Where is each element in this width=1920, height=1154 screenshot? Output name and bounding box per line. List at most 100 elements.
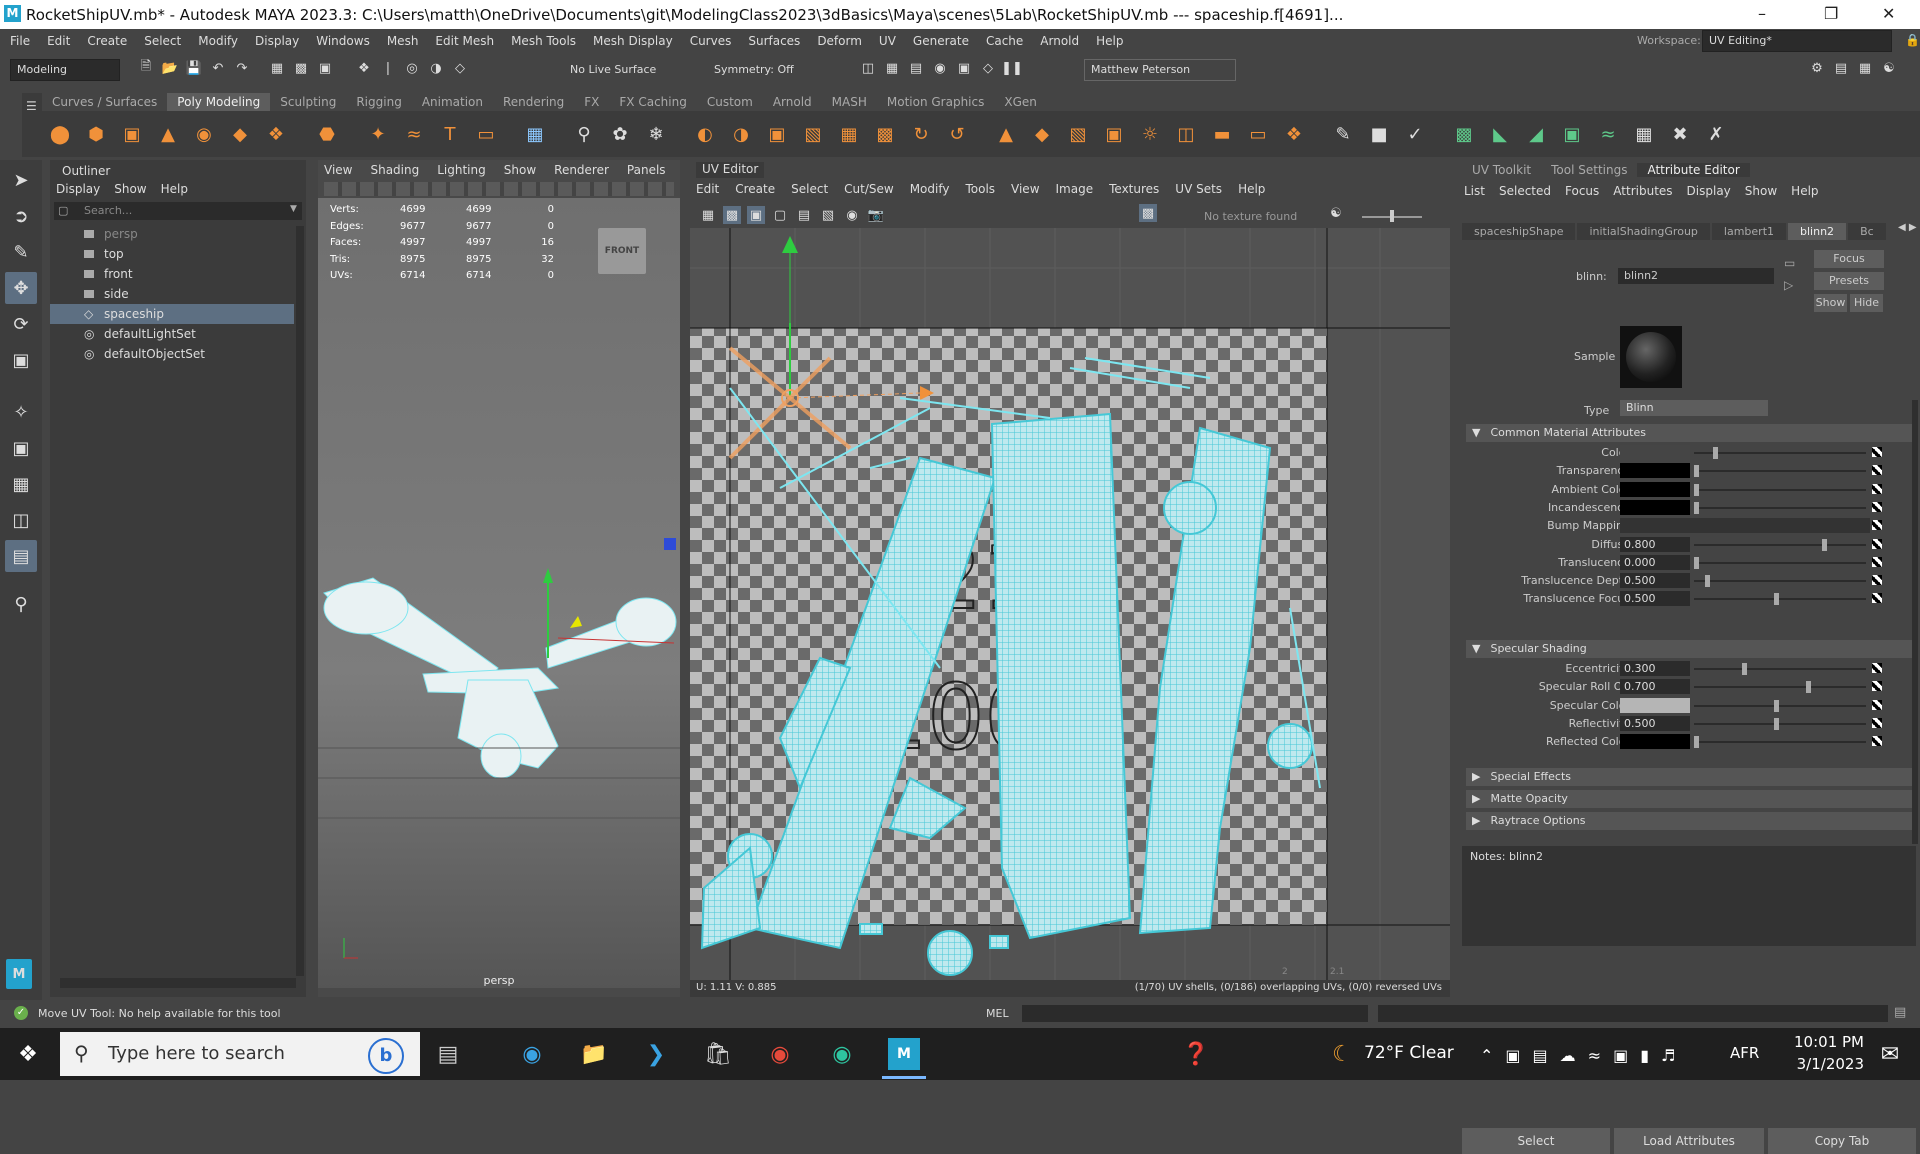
load-attributes-button[interactable]: Load Attributes bbox=[1614, 1128, 1764, 1154]
poly-disc-icon[interactable]: ❖ bbox=[263, 121, 289, 147]
gitkraken-icon[interactable]: ◉ bbox=[826, 1038, 858, 1070]
attr-slider-knob[interactable] bbox=[1694, 501, 1699, 514]
uv-tool-icon[interactable]: ✗ bbox=[1703, 121, 1729, 147]
menu-mesh[interactable]: Mesh bbox=[387, 34, 419, 48]
common-material-section[interactable]: ▼ Common Material Attributes bbox=[1466, 424, 1912, 442]
attr-slider-knob[interactable] bbox=[1694, 465, 1699, 478]
input-connections-icon[interactable]: ▭ bbox=[1784, 256, 1795, 270]
maya-home-icon[interactable]: M bbox=[6, 959, 32, 989]
specular-shading-section[interactable]: ▼ Specular Shading bbox=[1466, 640, 1912, 658]
menu-uv[interactable]: UV bbox=[879, 34, 896, 48]
color-swatch[interactable] bbox=[1620, 445, 1690, 460]
notes-area[interactable]: Notes: blinn2 bbox=[1462, 846, 1916, 946]
store-icon[interactable]: 🛍 bbox=[702, 1038, 734, 1070]
special-effects-section[interactable]: ▶ Special Effects bbox=[1466, 768, 1912, 786]
raytrace-options-section[interactable]: ▶ Raytrace Options bbox=[1466, 812, 1912, 830]
outliner-menu-display[interactable]: Display bbox=[56, 182, 100, 196]
new-scene-icon[interactable]: 🗎 bbox=[137, 59, 155, 77]
node-tab-bc[interactable]: Bc bbox=[1848, 222, 1886, 240]
undo-icon[interactable]: ↶ bbox=[209, 59, 227, 77]
remesh-icon[interactable]: ↺ bbox=[944, 121, 970, 147]
attr-menu-attributes[interactable]: Attributes bbox=[1613, 184, 1672, 198]
attr-slider-knob[interactable] bbox=[1694, 556, 1699, 569]
attr-slider-knob[interactable] bbox=[1822, 538, 1827, 551]
extract-icon[interactable]: ▩ bbox=[872, 121, 898, 147]
menu-surfaces[interactable]: Surfaces bbox=[748, 34, 800, 48]
shelf-tab-curves-surfaces[interactable]: Curves / Surfaces bbox=[42, 93, 167, 111]
node-name-field[interactable]: blinn2 bbox=[1618, 268, 1774, 284]
attr-value-field[interactable]: 0.500 bbox=[1620, 573, 1690, 589]
outliner-scrollbar[interactable] bbox=[296, 226, 304, 976]
show-button[interactable]: Show bbox=[1814, 294, 1847, 312]
attr-slider-knob[interactable] bbox=[1713, 447, 1718, 459]
fill-hole-icon[interactable]: ▣ bbox=[1101, 121, 1127, 147]
attr-menu-display[interactable]: Display bbox=[1687, 184, 1731, 198]
map-button-icon[interactable] bbox=[1872, 556, 1882, 567]
measure-icon[interactable]: ⚲ bbox=[571, 121, 597, 147]
wedge-icon[interactable]: ❖ bbox=[1281, 121, 1307, 147]
render-frame-icon[interactable]: ◫ bbox=[859, 59, 877, 77]
four-pane-layout-icon[interactable]: ▦ bbox=[5, 468, 37, 500]
menu-windows[interactable]: Windows bbox=[316, 34, 370, 48]
node-tab-blinn2[interactable]: blinn2 bbox=[1788, 222, 1847, 240]
outliner-search-input[interactable]: Search... bbox=[84, 204, 132, 217]
maya-taskbar-icon[interactable]: M bbox=[888, 1038, 920, 1070]
persp-menu-panels[interactable]: Panels bbox=[627, 163, 666, 177]
user-account-dropdown[interactable]: Matthew Peterson bbox=[1084, 59, 1236, 81]
exposure-slider-knob[interactable] bbox=[1390, 210, 1394, 222]
attr-menu-help[interactable]: Help bbox=[1791, 184, 1818, 198]
lasso-tool-icon[interactable]: ➲ bbox=[5, 200, 37, 232]
uv-grid-icon[interactable]: ▦ bbox=[699, 206, 717, 224]
attr-slider[interactable] bbox=[1694, 483, 1866, 496]
type-tool-icon[interactable]: T bbox=[437, 121, 463, 147]
select-component-icon[interactable]: ▣ bbox=[316, 59, 334, 77]
mel-label[interactable]: MEL bbox=[986, 1007, 1009, 1020]
attr-panel-tab-uv-toolkit[interactable]: UV Toolkit bbox=[1462, 163, 1541, 177]
menu-generate[interactable]: Generate bbox=[913, 34, 969, 48]
pause-icon[interactable]: ❚❚ bbox=[1001, 59, 1023, 77]
outliner-menu-help[interactable]: Help bbox=[161, 182, 188, 196]
svg-tool-icon[interactable]: ▭ bbox=[473, 121, 499, 147]
restore-icon[interactable]: ❐ bbox=[1824, 4, 1838, 23]
shelf-tab-animation[interactable]: Animation bbox=[412, 93, 493, 111]
attr-menu-focus[interactable]: Focus bbox=[1565, 184, 1599, 198]
uv-menu-modify[interactable]: Modify bbox=[910, 182, 950, 196]
combine-icon[interactable]: ◐ bbox=[692, 121, 718, 147]
move-tool-icon[interactable]: ✥ bbox=[5, 272, 37, 304]
outliner-item[interactable]: ◇ spaceship bbox=[50, 304, 294, 324]
tab-scroll-icon[interactable]: ◀ ▶ bbox=[1898, 222, 1917, 233]
quad-draw-icon[interactable]: ✎ bbox=[1330, 121, 1356, 147]
shelf-tab-arnold[interactable]: Arnold bbox=[763, 93, 822, 111]
sculpt-icon[interactable]: ✿ bbox=[607, 121, 633, 147]
hide-button[interactable]: Hide bbox=[1850, 294, 1883, 312]
map-button-icon[interactable] bbox=[1872, 593, 1882, 604]
shelf-tab-xgen[interactable]: XGen bbox=[994, 93, 1047, 111]
hypershade-icon[interactable]: ◉ bbox=[931, 59, 949, 77]
shelf-tab-fx-caching[interactable]: FX Caching bbox=[609, 93, 696, 111]
color-swatch[interactable] bbox=[1620, 697, 1690, 713]
persp-menu-renderer[interactable]: Renderer bbox=[554, 163, 609, 177]
insert-loop-icon[interactable]: ◫ bbox=[1173, 121, 1199, 147]
material-sample-swatch[interactable] bbox=[1620, 326, 1682, 388]
persp-menu-lighting[interactable]: Lighting bbox=[437, 163, 486, 177]
script-editor-icon[interactable]: ▤ bbox=[1894, 1005, 1906, 1020]
select-tool-icon[interactable]: ➤ bbox=[5, 164, 37, 196]
shelf-tab-fx[interactable]: FX bbox=[574, 93, 609, 111]
attr-slider-knob[interactable] bbox=[1806, 681, 1811, 694]
attr-slider-knob[interactable] bbox=[1705, 575, 1710, 588]
attr-slider[interactable] bbox=[1694, 447, 1866, 459]
attr-slider[interactable] bbox=[1694, 717, 1866, 730]
uv-sew-icon[interactable]: ◢ bbox=[1523, 121, 1549, 147]
color-swatch[interactable] bbox=[1620, 463, 1690, 479]
attr-scrollbar[interactable] bbox=[1912, 400, 1918, 844]
select-hierarchy-icon[interactable]: ▦ bbox=[268, 59, 286, 77]
uv-viewport[interactable]: 21 1002 2 2.1 bbox=[690, 228, 1450, 980]
open-scene-icon[interactable]: 📂 bbox=[161, 59, 179, 77]
notifications-icon[interactable]: ✉ bbox=[1874, 1038, 1906, 1070]
bump-field[interactable] bbox=[1620, 518, 1870, 534]
map-button-icon[interactable] bbox=[1872, 520, 1882, 531]
uv-menu-uv-sets[interactable]: UV Sets bbox=[1175, 182, 1222, 196]
select-object-icon[interactable]: ▩ bbox=[292, 59, 310, 77]
map-button-icon[interactable] bbox=[1872, 575, 1882, 586]
tray-chevron-icon[interactable]: ⌃ bbox=[1480, 1046, 1493, 1065]
